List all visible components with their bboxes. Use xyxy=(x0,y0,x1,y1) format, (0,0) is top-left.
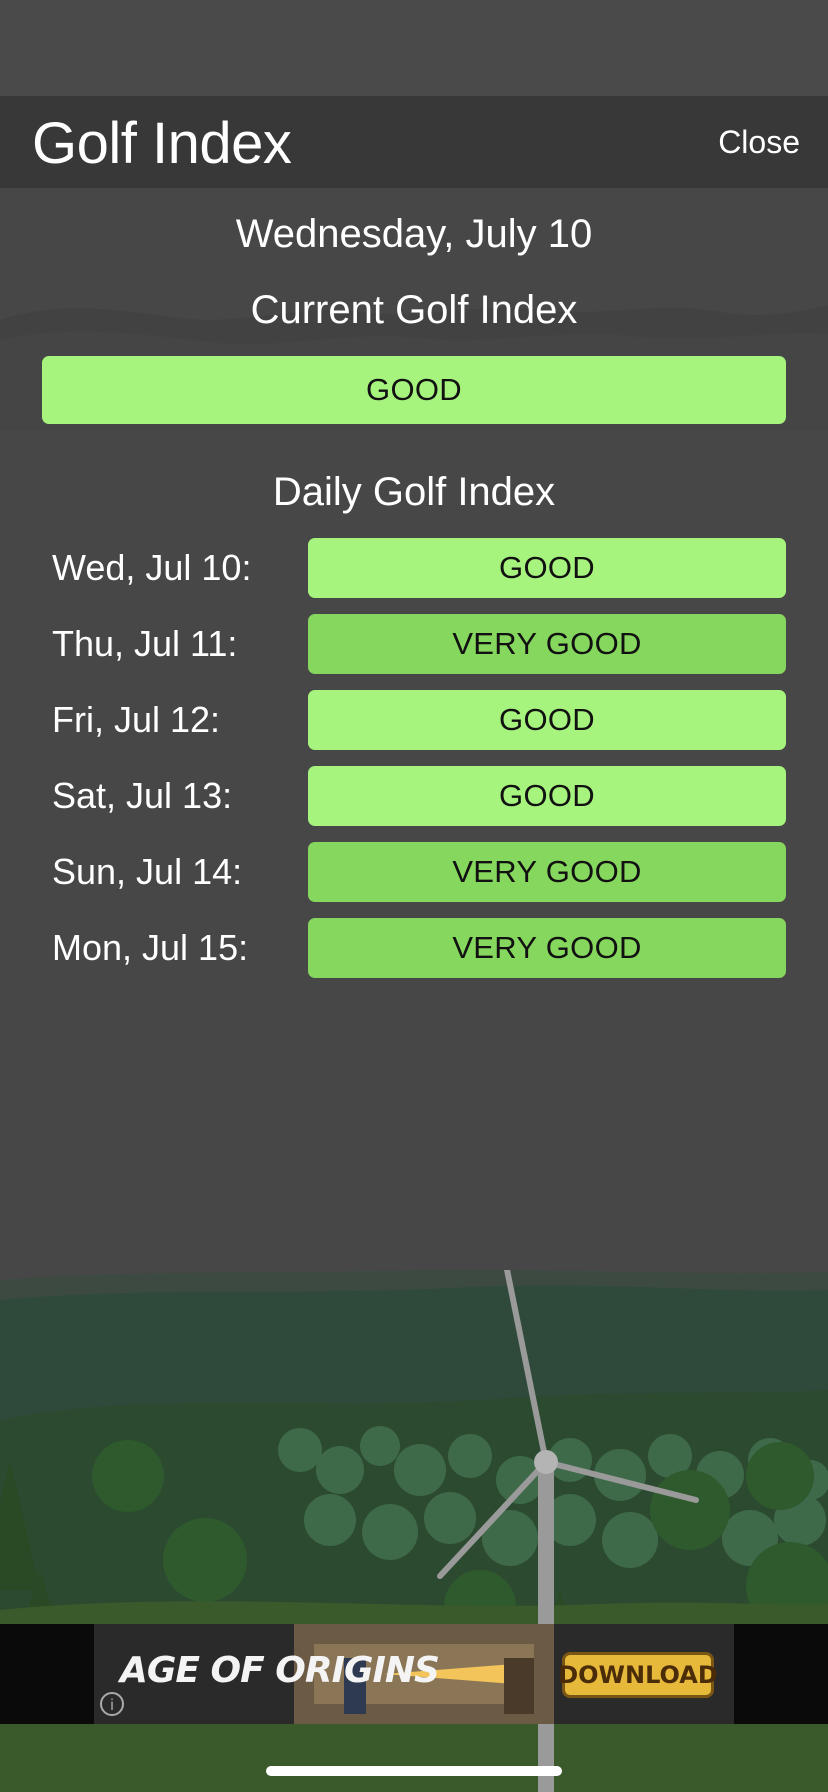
daily-index-badge: VERY GOOD xyxy=(308,842,786,902)
ad-download-button[interactable]: DOWNLOAD xyxy=(558,1652,718,1698)
daily-day-label: Thu, Jul 11: xyxy=(52,623,238,664)
daily-row: Sun, Jul 14: VERY GOOD xyxy=(52,842,786,902)
daily-index-badge: GOOD xyxy=(308,538,786,598)
daily-index-badge: VERY GOOD xyxy=(308,918,786,978)
current-index-badge: GOOD xyxy=(42,356,786,424)
daily-day-label: Mon, Jul 15: xyxy=(52,927,249,968)
daily-day-label: Fri, Jul 12: xyxy=(52,699,221,740)
info-icon[interactable]: i xyxy=(100,1692,124,1716)
close-button[interactable]: Close xyxy=(718,124,800,161)
ad-title: AGE OF ORIGINS xyxy=(120,1650,440,1691)
daily-index-badge: GOOD xyxy=(308,690,786,750)
daily-index-heading: Daily Golf Index xyxy=(272,470,556,514)
daily-row: Sat, Jul 13: GOOD xyxy=(52,766,786,826)
home-indicator[interactable] xyxy=(266,1766,562,1776)
header-bar: Golf Index Close xyxy=(0,96,828,188)
daily-row: Fri, Jul 12: GOOD xyxy=(52,690,786,750)
daily-index-badge: GOOD xyxy=(308,766,786,826)
daily-day-label: Sat, Jul 13: xyxy=(52,775,233,816)
current-date: Wednesday, July 10 xyxy=(235,212,593,256)
daily-day-label: Sun, Jul 14: xyxy=(52,851,243,892)
daily-day-label: Wed, Jul 10: xyxy=(52,547,252,588)
status-bar xyxy=(0,0,828,96)
daily-row: Thu, Jul 11: VERY GOOD xyxy=(52,614,786,674)
daily-row: Mon, Jul 15: VERY GOOD xyxy=(52,918,786,978)
page-title: Golf Index xyxy=(32,111,292,176)
daily-row: Wed, Jul 10: GOOD xyxy=(52,538,786,598)
daily-index-badge: VERY GOOD xyxy=(308,614,786,674)
ad-banner[interactable]: AGE OF ORIGINS DOWNLOAD i xyxy=(0,1624,828,1724)
windmill-hub xyxy=(534,1450,558,1474)
current-index-heading: Current Golf Index xyxy=(250,288,578,332)
ad-creative[interactable]: AGE OF ORIGINS DOWNLOAD i xyxy=(94,1624,734,1724)
